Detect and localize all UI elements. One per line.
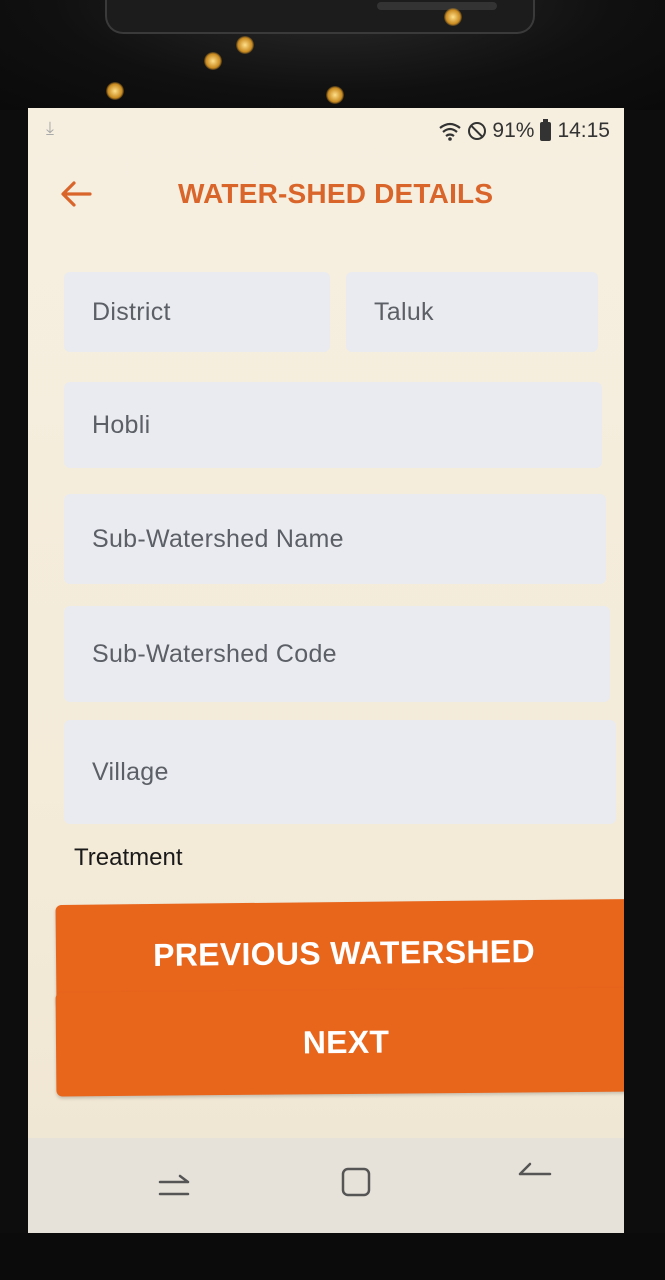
app-bar: WATER-SHED DETAILS xyxy=(28,164,624,224)
battery-percentage: 91% xyxy=(492,119,535,142)
phone-notch xyxy=(105,0,535,34)
sub-watershed-code-field[interactable]: Sub-Watershed Code xyxy=(64,606,610,702)
light-reflection xyxy=(106,82,124,100)
village-field[interactable]: Village xyxy=(64,720,616,824)
light-reflection xyxy=(236,36,254,54)
earpiece-speaker xyxy=(377,2,497,10)
phone-bezel-bottom xyxy=(0,1233,665,1280)
home-icon[interactable] xyxy=(336,1162,376,1202)
status-bar: ⤓ 91% 14:15 xyxy=(28,108,624,154)
download-icon: ⤓ xyxy=(46,118,54,138)
hobli-field[interactable]: Hobli xyxy=(64,382,602,468)
battery-icon xyxy=(540,118,552,141)
phone-bezel-top xyxy=(0,0,665,110)
recent-apps-icon[interactable] xyxy=(154,1168,194,1208)
light-reflection xyxy=(204,52,222,70)
next-button[interactable]: NEXT xyxy=(55,987,624,1097)
do-not-disturb-icon xyxy=(468,122,487,140)
sub-watershed-name-field[interactable]: Sub-Watershed Name xyxy=(64,494,606,584)
back-icon[interactable] xyxy=(514,1152,554,1192)
navigation-bar xyxy=(28,1138,624,1233)
page-title: WATER-SHED DETAILS xyxy=(178,178,494,209)
light-reflection xyxy=(326,86,344,104)
status-icons: 91% 14:15 xyxy=(438,118,610,143)
arrow-left-icon[interactable] xyxy=(58,178,94,210)
taluk-field[interactable]: Taluk xyxy=(346,272,598,352)
treatment-label: Treatment xyxy=(74,844,183,871)
clock: 14:15 xyxy=(557,119,610,142)
district-field[interactable]: District xyxy=(64,272,330,352)
light-reflection xyxy=(444,8,462,26)
phone-screen: ⤓ 91% 14:15 WATER-SHED DETAILS District … xyxy=(28,108,624,1233)
wifi-icon xyxy=(439,122,462,141)
